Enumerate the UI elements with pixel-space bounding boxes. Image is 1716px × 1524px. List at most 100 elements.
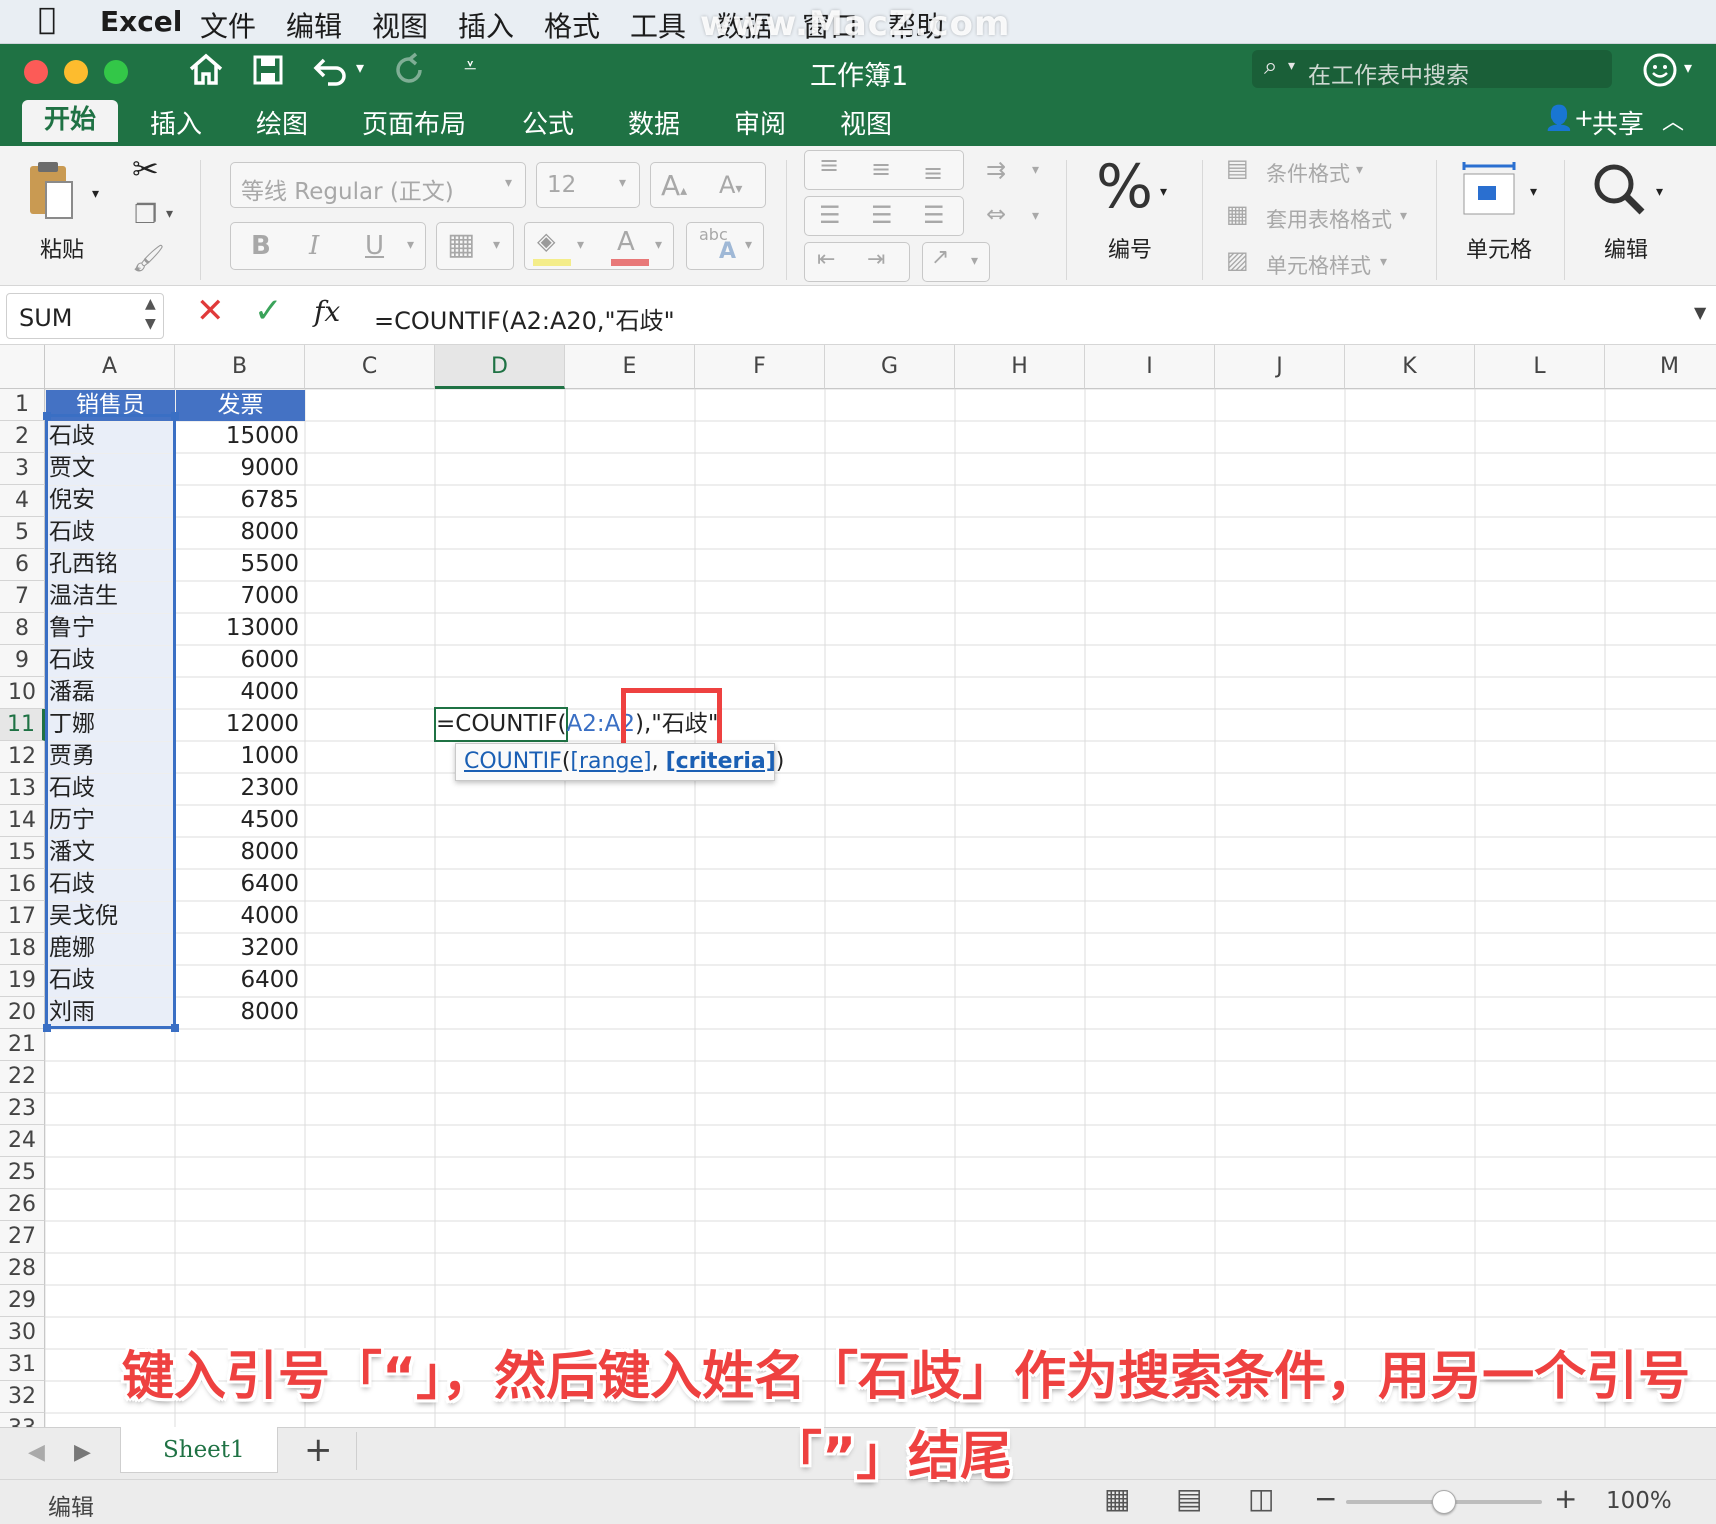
column-header-H[interactable]: H <box>955 345 1085 389</box>
name-box[interactable]: SUM ▲ ▼ <box>6 293 164 339</box>
percent-icon[interactable]: % <box>1096 152 1153 222</box>
invoice-cell[interactable]: 8000 <box>179 997 303 1029</box>
home-icon[interactable] <box>188 52 224 86</box>
salesperson-cell[interactable]: 温洁生 <box>49 581 173 613</box>
row-header-3[interactable]: 3 <box>0 453 45 485</box>
cell-styles-icon[interactable]: ▨ <box>1226 246 1249 274</box>
menu-edit[interactable]: 编辑 <box>286 5 342 45</box>
row-header-23[interactable]: 23 <box>0 1093 45 1125</box>
tab-draw[interactable]: 绘图 <box>256 104 308 141</box>
tooltip-arg-range[interactable]: [range] <box>570 749 651 774</box>
salesperson-cell[interactable]: 鹿娜 <box>49 933 173 965</box>
invoice-cell[interactable]: 6400 <box>179 869 303 901</box>
row-header-24[interactable]: 24 <box>0 1125 45 1157</box>
increase-indent-icon[interactable]: ⇥ <box>867 247 885 272</box>
salesperson-cell[interactable]: 倪安 <box>49 485 173 517</box>
menu-tools[interactable]: 工具 <box>630 5 686 45</box>
fill-color-dropdown-icon[interactable]: ▾ <box>577 237 584 253</box>
salesperson-cell[interactable]: 石歧 <box>49 869 173 901</box>
column-header-G[interactable]: G <box>825 345 955 389</box>
row-header-14[interactable]: 14 <box>0 805 45 837</box>
menu-file[interactable]: 文件 <box>200 5 256 45</box>
font-size-select[interactable]: 12 ▾ <box>536 162 640 208</box>
salesperson-cell[interactable]: 石歧 <box>49 965 173 997</box>
invoice-cell[interactable]: 4500 <box>179 805 303 837</box>
wrap-text-dropdown-icon[interactable]: ▾ <box>1032 162 1039 178</box>
table-header-cell[interactable]: 销售员 <box>46 390 175 421</box>
column-header-D[interactable]: D <box>435 345 565 389</box>
conditional-format-dropdown-icon[interactable]: ▾ <box>1356 162 1363 178</box>
decrease-indent-icon[interactable]: ⇤ <box>817 247 835 272</box>
number-dropdown-icon[interactable]: ▾ <box>1160 184 1167 200</box>
tab-insert[interactable]: 插入 <box>150 104 202 141</box>
apple-icon[interactable]:  <box>38 2 56 37</box>
column-header-J[interactable]: J <box>1215 345 1345 389</box>
row-header-1[interactable]: 1 <box>0 389 45 421</box>
tooltip-arg-criteria[interactable]: [criteria] <box>666 749 776 774</box>
row-header-11[interactable]: 11 <box>0 709 45 741</box>
salesperson-cell[interactable]: 石歧 <box>49 421 173 453</box>
tab-review[interactable]: 审阅 <box>734 104 786 141</box>
row-header-5[interactable]: 5 <box>0 517 45 549</box>
row-header-6[interactable]: 6 <box>0 549 45 581</box>
wrap-text-icon[interactable]: ⇉ <box>986 156 1006 184</box>
column-header-B[interactable]: B <box>175 345 305 389</box>
tab-data[interactable]: 数据 <box>628 104 680 141</box>
phonetic-button[interactable]: abc A ▾ <box>686 222 764 270</box>
customize-toolbar-icon[interactable]: ⩡ <box>464 54 476 79</box>
tab-formulas[interactable]: 公式 <box>522 104 574 141</box>
copy-icon[interactable]: ❐ <box>134 200 157 230</box>
invoice-cell[interactable]: 5500 <box>179 549 303 581</box>
salesperson-cell[interactable]: 潘文 <box>49 837 173 869</box>
salesperson-cell[interactable]: 石歧 <box>49 645 173 677</box>
row-header-2[interactable]: 2 <box>0 421 45 453</box>
salesperson-cell[interactable]: 石歧 <box>49 773 173 805</box>
row-header-31[interactable]: 31 <box>0 1349 45 1381</box>
bold-button[interactable]: B <box>251 231 271 261</box>
column-header-M[interactable]: M <box>1605 345 1716 389</box>
row-header-8[interactable]: 8 <box>0 613 45 645</box>
cell-styles-button[interactable]: 单元格样式 <box>1266 250 1371 280</box>
undo-dropdown-icon[interactable]: ▾ <box>356 58 364 77</box>
collapse-ribbon-icon[interactable]: ︿ <box>1662 104 1684 136</box>
menu-format[interactable]: 格式 <box>544 5 600 45</box>
row-header-9[interactable]: 9 <box>0 645 45 677</box>
next-sheet-icon[interactable]: ▶ <box>74 1440 91 1465</box>
row-header-15[interactable]: 15 <box>0 837 45 869</box>
row-header-27[interactable]: 27 <box>0 1221 45 1253</box>
invoice-cell[interactable]: 6400 <box>179 965 303 997</box>
share-icon[interactable]: 👤+ <box>1544 104 1594 132</box>
page-layout-view-icon[interactable]: ▤ <box>1176 1482 1202 1515</box>
editing-dropdown-icon[interactable]: ▾ <box>1656 184 1663 200</box>
table-format-button[interactable]: 套用表格格式 <box>1266 204 1392 234</box>
zoom-window-button[interactable] <box>104 60 128 84</box>
column-header-I[interactable]: I <box>1085 345 1215 389</box>
range-handle-bottomleft[interactable] <box>43 1024 51 1032</box>
copy-dropdown-icon[interactable]: ▾ <box>166 206 173 222</box>
cancel-entry-icon[interactable]: ✕ <box>196 291 225 331</box>
table-header-cell[interactable]: 发票 <box>176 390 305 421</box>
invoice-cell[interactable]: 3200 <box>179 933 303 965</box>
invoice-cell[interactable]: 8000 <box>179 837 303 869</box>
save-icon[interactable] <box>252 54 284 86</box>
row-header-26[interactable]: 26 <box>0 1189 45 1221</box>
borders-button[interactable]: ▦ ▾ <box>436 222 514 270</box>
invoice-cell[interactable]: 2300 <box>179 773 303 805</box>
invoice-cell[interactable]: 4000 <box>179 901 303 933</box>
increase-font-size-icon[interactable]: A▴ <box>661 169 687 202</box>
column-header-F[interactable]: F <box>695 345 825 389</box>
menu-insert[interactable]: 插入 <box>458 5 514 45</box>
search-input[interactable]: 在工作表中搜索 <box>1308 56 1469 90</box>
zoom-out-button[interactable]: − <box>1314 1482 1337 1515</box>
tab-page-layout[interactable]: 页面布局 <box>362 104 466 141</box>
row-header-13[interactable]: 13 <box>0 773 45 805</box>
row-header-29[interactable]: 29 <box>0 1285 45 1317</box>
invoice-cell[interactable]: 15000 <box>179 421 303 453</box>
merge-center-icon[interactable]: ⇔ <box>986 200 1006 228</box>
close-window-button[interactable] <box>24 60 48 84</box>
menu-app-name[interactable]: Excel <box>100 5 182 38</box>
page-break-view-icon[interactable]: ◫ <box>1248 1482 1274 1515</box>
format-painter-icon[interactable]: 🖌 <box>132 244 165 274</box>
row-header-20[interactable]: 20 <box>0 997 45 1029</box>
invoice-cell[interactable]: 7000 <box>179 581 303 613</box>
